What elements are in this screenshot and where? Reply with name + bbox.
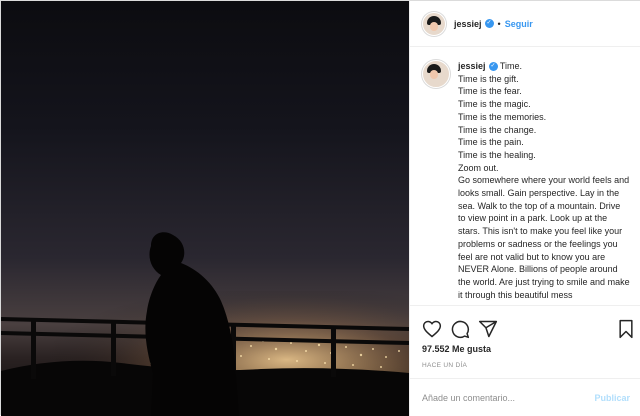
- comment-icon[interactable]: [450, 319, 470, 339]
- caption-avatar[interactable]: [422, 60, 450, 88]
- caption-line: Time is the fear.: [458, 86, 522, 97]
- caption-line: Time is the magic.: [458, 99, 531, 110]
- post-photo[interactable]: [1, 1, 409, 416]
- add-comment-bar: Publicar: [410, 378, 640, 416]
- caption: jessiej ✓ Time. Time is the gift. Time is…: [458, 60, 630, 301]
- comments-section[interactable]: jessiej ✓ Time. Time is the gift. Time is…: [410, 48, 640, 304]
- caption-verified-icon: ✓: [488, 62, 498, 72]
- instagram-post: jessiej ✓ • Seguir jessiej ✓ Time. Time i…: [0, 0, 640, 416]
- caption-line: Time is the gift.: [458, 73, 519, 84]
- separator-dot: •: [497, 18, 501, 29]
- publish-button[interactable]: Publicar: [594, 393, 630, 403]
- action-bar: [410, 305, 640, 345]
- caption-line: Time is the healing.: [458, 149, 536, 160]
- caption-line: Zoom out.: [458, 162, 499, 173]
- likes-count[interactable]: 97.552 Me gusta: [422, 344, 491, 354]
- profile-avatar[interactable]: [422, 11, 446, 36]
- caption-username[interactable]: jessiej: [458, 61, 486, 71]
- username-link[interactable]: jessiej: [454, 19, 482, 29]
- caption-line: Time.: [499, 61, 523, 71]
- caption-line: Time is the memories.: [458, 111, 547, 122]
- share-icon[interactable]: [478, 319, 498, 339]
- post-sidebar: jessiej ✓ • Seguir jessiej ✓ Time. Time i…: [409, 1, 640, 416]
- follow-button[interactable]: Seguir: [505, 19, 533, 29]
- comment-input[interactable]: [422, 392, 595, 403]
- heart-icon[interactable]: [422, 319, 442, 339]
- verified-badge-icon: ✓: [484, 19, 494, 28]
- caption-line: Go somewhere where your world feels and …: [458, 175, 633, 300]
- post-header: jessiej ✓ • Seguir: [410, 1, 640, 47]
- night-scene-illustration: [1, 232, 409, 416]
- caption-line: Time is the change.: [458, 124, 537, 135]
- caption-line: Time is the pain.: [458, 137, 524, 148]
- post-timestamp[interactable]: HACE UN DÍA: [422, 362, 467, 369]
- bookmark-icon[interactable]: [616, 319, 636, 339]
